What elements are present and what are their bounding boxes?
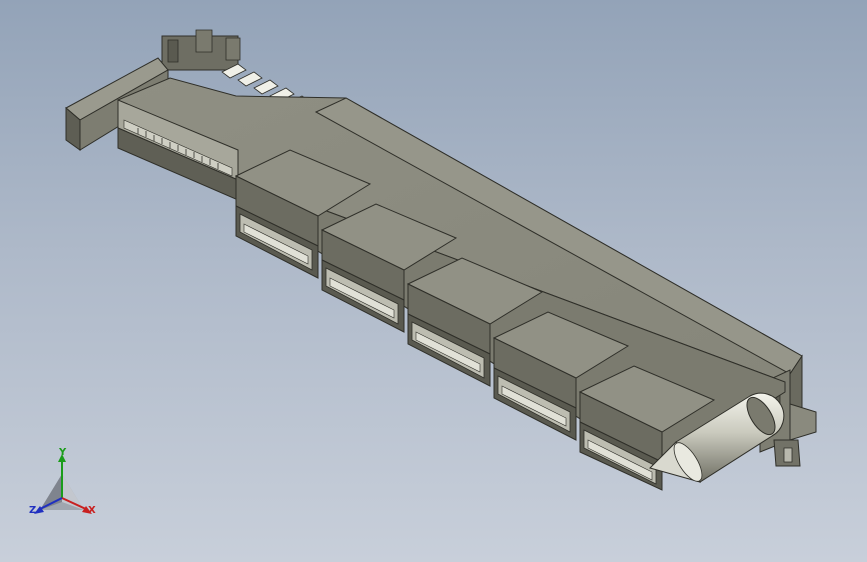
graphics-viewport[interactable]: Y X Z xyxy=(0,0,867,562)
connector-3d-model[interactable] xyxy=(0,0,867,562)
triad-z-label: Z xyxy=(29,505,37,516)
triad-x-label: X xyxy=(88,505,96,516)
rear-flange xyxy=(161,29,241,71)
triad-y-label: Y xyxy=(59,447,67,458)
view-orientation-triad[interactable]: Y X Z xyxy=(22,446,108,526)
